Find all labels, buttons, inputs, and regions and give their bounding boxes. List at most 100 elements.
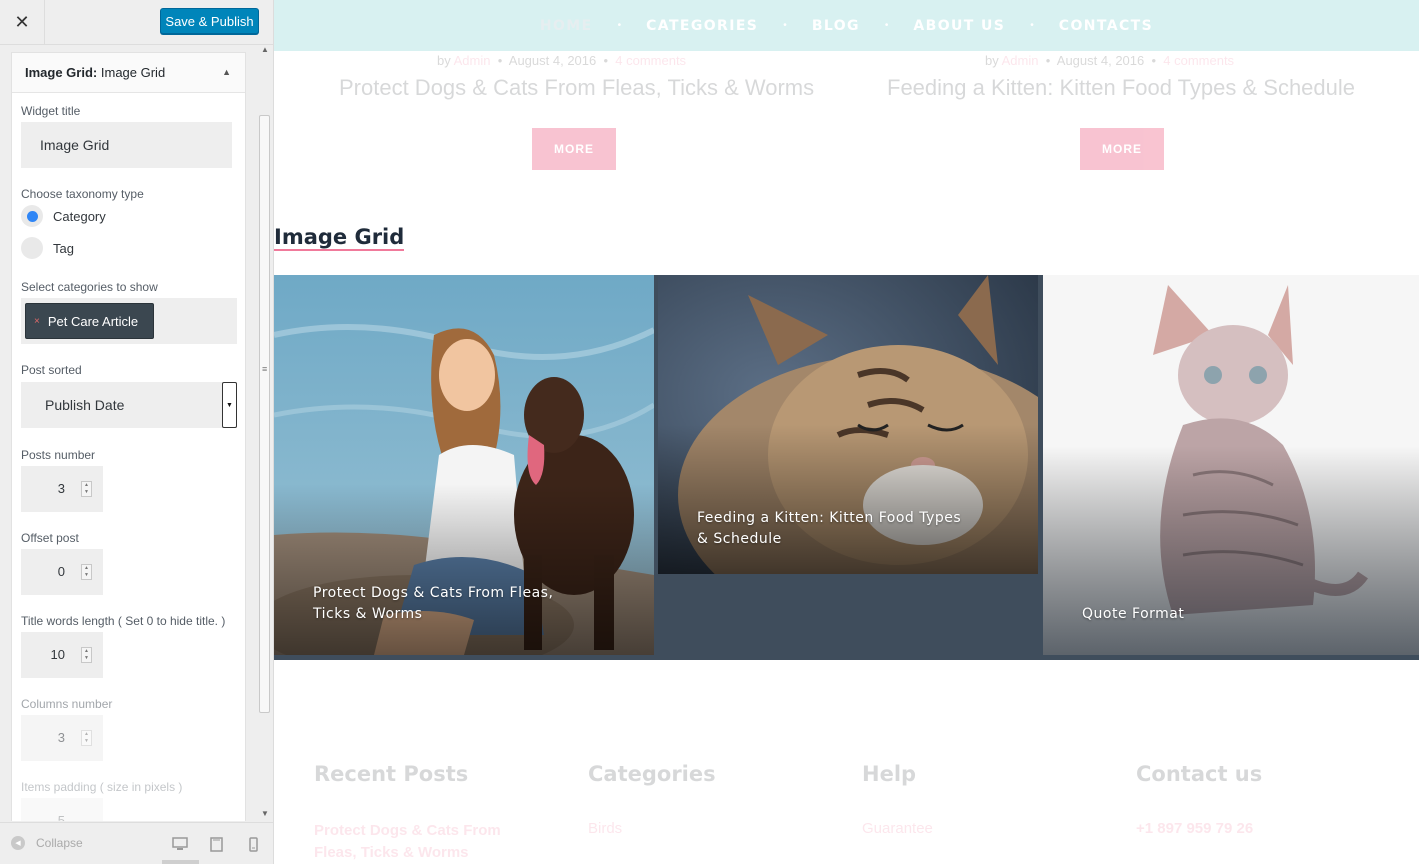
mobile-preview-icon[interactable] — [249, 837, 258, 855]
nav-categories[interactable]: CATEGORIES — [646, 18, 758, 34]
spinner-icon[interactable]: ▲ ▼ — [81, 481, 92, 497]
post-sorted-select[interactable]: Publish Date ▼ — [21, 382, 237, 428]
customizer-sidebar: ✕ Save & Publish Image Grid: Image Grid … — [0, 0, 274, 864]
grid-item[interactable]: Feeding a Kitten: Kitten Food Types & Sc… — [658, 275, 1038, 574]
radio-checked-icon[interactable] — [21, 205, 43, 227]
scrollbar-thumb[interactable] — [259, 115, 270, 713]
scroll-up-icon[interactable]: ▲ — [261, 45, 269, 54]
nav-blog[interactable]: BLOG — [812, 18, 860, 34]
nav-about[interactable]: ABOUT US — [913, 18, 1005, 34]
dropdown-arrow-icon[interactable]: ▼ — [222, 382, 237, 428]
nav-separator: • — [783, 20, 787, 31]
widget-type: Image Grid: — [25, 65, 98, 80]
widget-header[interactable]: Image Grid: Image Grid ▲ — [12, 53, 245, 93]
radio-unchecked-icon[interactable] — [21, 237, 43, 259]
offset-label: Offset post — [21, 531, 79, 545]
more-button[interactable]: MORE — [1080, 128, 1164, 170]
sphynx-cat-image — [1043, 275, 1419, 655]
footer-heading-contact: Contact us — [1136, 762, 1263, 786]
customizer-controls[interactable]: Image Grid: Image Grid ▲ Widget title Im… — [0, 45, 273, 821]
footer-phone: +1 897 959 79 26 — [1136, 820, 1254, 837]
spinner-icon[interactable]: ▲ ▼ — [81, 564, 92, 580]
post-sorted-value: Publish Date — [45, 397, 125, 413]
widget-name: Image Grid — [100, 65, 166, 80]
padding-label: Items padding ( size in pixels ) — [21, 780, 183, 794]
posts-number-label: Posts number — [21, 448, 96, 462]
title-words-value: 10 — [50, 647, 65, 662]
remove-tag-icon[interactable]: × — [34, 316, 40, 327]
grid-item-title[interactable]: Protect Dogs & Cats From Fleas, Ticks & … — [313, 583, 573, 625]
post-date: August 4, 2016 — [508, 53, 597, 68]
close-customizer-button[interactable]: ✕ — [0, 0, 45, 45]
nav-separator: • — [1030, 20, 1034, 31]
padding-value: 5 — [57, 813, 65, 821]
posts-number-value: 3 — [57, 481, 65, 496]
categories-select[interactable]: × Pet Care Article — [21, 298, 237, 344]
collapse-button[interactable]: ◀ Collapse — [11, 836, 83, 850]
radio-tag[interactable]: Tag — [21, 237, 74, 259]
grid-item[interactable]: Protect Dogs & Cats From Fleas, Ticks & … — [274, 275, 654, 655]
customizer-footer: ◀ Collapse — [0, 822, 273, 864]
site-preview: HOME • CATEGORIES • BLOG • ABOUT US • CO… — [274, 0, 1419, 864]
customizer-header: ✕ Save & Publish — [0, 0, 273, 45]
collapse-label: Collapse — [36, 836, 83, 850]
nav-separator: • — [884, 20, 889, 31]
post-meta: by Admin • August 4, 2016 • 4 comments — [985, 53, 1235, 68]
post-author-link[interactable]: Admin — [1002, 53, 1039, 68]
grid-item[interactable]: Quote Format — [1043, 275, 1419, 655]
collapse-triangle-icon[interactable]: ▲ — [222, 67, 231, 77]
post-comments-link[interactable]: 4 comments — [615, 53, 686, 68]
categories-label: Select categories to show — [21, 280, 158, 294]
post-title[interactable]: Feeding a Kitten: Kitten Food Types & Sc… — [887, 75, 1355, 101]
image-grid: Protect Dogs & Cats From Fleas, Ticks & … — [274, 275, 1419, 660]
resize-grip-icon[interactable]: ≡ — [262, 364, 267, 374]
posts-number-input[interactable]: 3 ▲ ▼ — [21, 466, 103, 512]
widget-title-label: Widget title — [21, 104, 81, 118]
nav-home[interactable]: HOME — [540, 18, 593, 34]
footer-recent-post-link[interactable]: Protect Dogs & Cats From Fleas, Ticks & … — [314, 820, 524, 864]
footer-heading-help: Help — [862, 762, 917, 786]
active-device-indicator — [162, 860, 199, 864]
footer-help-link[interactable]: Guarantee — [862, 820, 933, 837]
radio-category[interactable]: Category — [21, 205, 106, 227]
widget-panel: Image Grid: Image Grid ▲ Widget title Im… — [11, 52, 246, 821]
scroll-down-icon[interactable]: ▼ — [261, 809, 269, 818]
post-author-link[interactable]: Admin — [454, 53, 491, 68]
title-words-input[interactable]: 10 ▲ ▼ — [21, 632, 103, 678]
post-by: by — [437, 53, 451, 68]
category-tag-label: Pet Care Article — [47, 313, 139, 329]
sidebar-scrollbar[interactable]: ▲ ▼ — [258, 45, 272, 821]
post-meta: by Admin • August 4, 2016 • 4 comments — [437, 53, 687, 68]
spinner-icon[interactable]: ▲ ▼ — [81, 730, 92, 746]
spinner-icon[interactable]: ▲ ▼ — [81, 647, 92, 663]
padding-input[interactable]: 5 — [21, 798, 103, 821]
footer-heading-categories: Categories — [588, 762, 716, 786]
more-button[interactable]: MORE — [532, 128, 616, 170]
grid-item-title[interactable]: Quote Format — [1082, 604, 1342, 625]
offset-input[interactable]: 0 ▲ ▼ — [21, 549, 103, 595]
sorted-label: Post sorted — [21, 363, 82, 377]
post-date: August 4, 2016 — [1056, 53, 1145, 68]
tablet-preview-icon[interactable] — [210, 837, 223, 855]
post-title[interactable]: Protect Dogs & Cats From Fleas, Ticks & … — [339, 75, 814, 101]
taxonomy-label: Choose taxonomy type — [21, 187, 144, 201]
post-by: by — [985, 53, 999, 68]
desktop-preview-icon[interactable] — [172, 837, 188, 854]
footer-heading-recent: Recent Posts — [314, 762, 469, 786]
radio-tag-label: Tag — [53, 240, 74, 256]
post-comments-link[interactable]: 4 comments — [1163, 53, 1234, 68]
columns-value: 3 — [57, 730, 65, 745]
grid-item-title[interactable]: Feeding a Kitten: Kitten Food Types & Sc… — [697, 508, 967, 550]
title-words-label: Title words length ( Set 0 to hide title… — [21, 614, 226, 628]
section-title: Image Grid — [274, 225, 405, 251]
widget-title-input[interactable]: Image Grid — [21, 122, 232, 168]
offset-value: 0 — [57, 564, 65, 579]
nav-contacts[interactable]: CONTACTS — [1059, 18, 1153, 34]
radio-category-label: Category — [53, 208, 106, 224]
category-tag: × Pet Care Article — [25, 303, 154, 339]
nav-separator: • — [617, 20, 622, 31]
columns-input[interactable]: 3 ▲ ▼ — [21, 715, 103, 761]
columns-label: Columns number — [21, 697, 113, 711]
footer-category-link[interactable]: Birds — [588, 820, 622, 837]
save-publish-button[interactable]: Save & Publish — [160, 8, 259, 34]
